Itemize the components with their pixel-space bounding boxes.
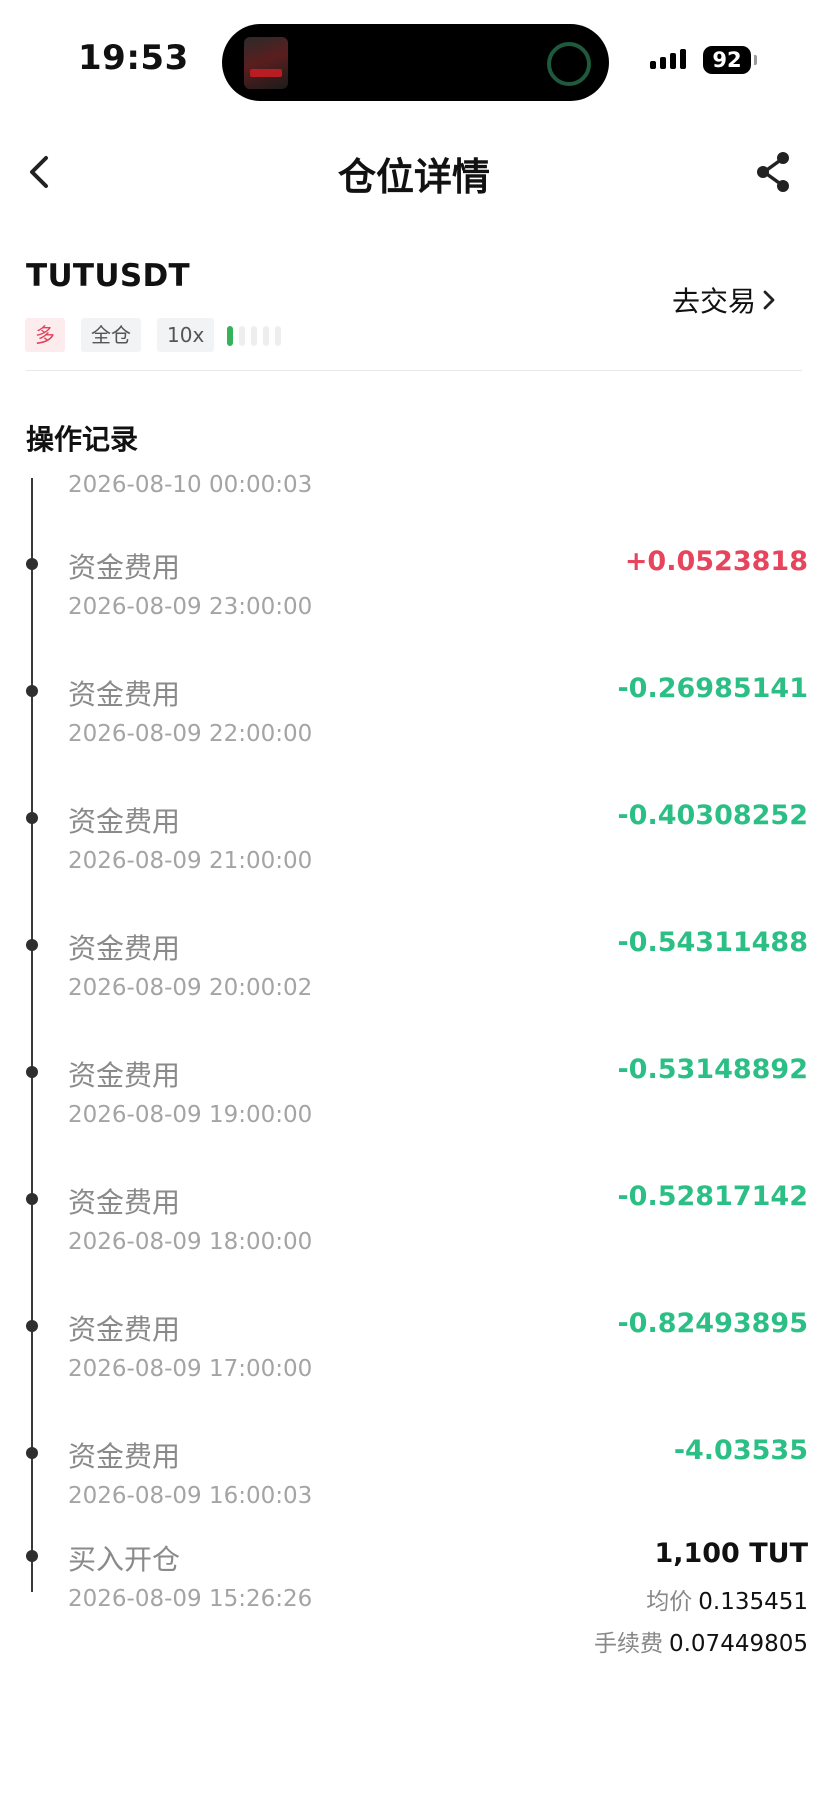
record-label: 资金费用 xyxy=(68,1313,181,1346)
record-label: 资金费用 xyxy=(68,1440,181,1473)
record-amount: -4.03535 xyxy=(673,1435,808,1466)
record-time-partial: 2026-08-10 00:00:03 xyxy=(68,472,313,498)
avg-price-row: 均价 0.135451 xyxy=(646,1582,808,1616)
status-time: 19:53 xyxy=(78,38,189,78)
avg-price-label: 均价 xyxy=(646,1589,693,1615)
fee-label: 手续费 xyxy=(593,1631,663,1657)
section-title: 操作记录 xyxy=(26,423,139,456)
direction-tag: 多 xyxy=(25,318,65,352)
timeline-dot xyxy=(26,1320,38,1332)
record-amount: +0.0523818 xyxy=(624,546,808,577)
cellular-signal-icon xyxy=(650,49,686,69)
share-icon[interactable] xyxy=(754,150,794,194)
record-amount: -0.54311488 xyxy=(617,927,808,958)
record-quantity: 1,100 TUT xyxy=(654,1538,808,1569)
record-time: 2026-08-09 15:26:26 xyxy=(68,1586,313,1612)
record-amount: -0.53148892 xyxy=(617,1054,808,1085)
symbol-name: TUTUSDT xyxy=(26,258,190,294)
timeline-dot xyxy=(26,1193,38,1205)
timeline-dot xyxy=(26,1447,38,1459)
record-label: 资金费用 xyxy=(68,678,181,711)
record-amount: -0.52817142 xyxy=(617,1181,808,1212)
record-label: 资金费用 xyxy=(68,1186,181,1219)
timeline-line xyxy=(31,478,33,1592)
media-thumbnail xyxy=(244,37,288,89)
timeline-dot xyxy=(26,685,38,697)
record-time: 2026-08-09 17:00:00 xyxy=(68,1356,313,1382)
record-time: 2026-08-09 18:00:00 xyxy=(68,1229,313,1255)
fee-value: 0.07449805 xyxy=(668,1631,808,1657)
risk-level-indicator xyxy=(227,326,281,346)
timeline-dot xyxy=(26,1550,38,1562)
timeline-dot xyxy=(26,558,38,570)
activity-ring-icon xyxy=(547,42,591,86)
divider xyxy=(26,370,802,371)
avg-price-value: 0.135451 xyxy=(698,1589,808,1615)
record-label: 资金费用 xyxy=(68,932,181,965)
leverage-tag: 10x xyxy=(157,318,215,352)
record-amount: -0.40308252 xyxy=(617,800,808,831)
fee-row: 手续费 0.07449805 xyxy=(594,1624,808,1658)
timeline-dot xyxy=(26,812,38,824)
record-label: 资金费用 xyxy=(68,551,181,584)
record-time: 2026-08-09 22:00:00 xyxy=(68,721,313,747)
page-title: 仓位详情 xyxy=(337,155,490,199)
record-time: 2026-08-09 23:00:00 xyxy=(68,594,313,620)
timeline-dot xyxy=(26,1066,38,1078)
record-time: 2026-08-09 19:00:00 xyxy=(68,1102,313,1128)
record-time: 2026-08-09 21:00:00 xyxy=(68,848,313,874)
go-trade-link[interactable]: 去交易 xyxy=(672,280,776,320)
record-amount: -0.82493895 xyxy=(617,1308,808,1339)
margin-mode-tag: 全仓 xyxy=(81,318,141,352)
record-time: 2026-08-09 20:00:02 xyxy=(68,975,313,1001)
record-label: 买入开仓 xyxy=(68,1543,181,1576)
record-time: 2026-08-09 16:00:03 xyxy=(68,1483,313,1509)
go-trade-label: 去交易 xyxy=(672,285,757,318)
timeline-dot xyxy=(26,939,38,951)
record-label: 资金费用 xyxy=(68,805,181,838)
chevron-right-icon xyxy=(763,290,775,310)
battery-indicator: 92 xyxy=(703,46,757,74)
dynamic-island xyxy=(222,24,609,101)
record-label: 资金费用 xyxy=(68,1059,181,1092)
record-amount: -0.26985141 xyxy=(617,673,808,704)
